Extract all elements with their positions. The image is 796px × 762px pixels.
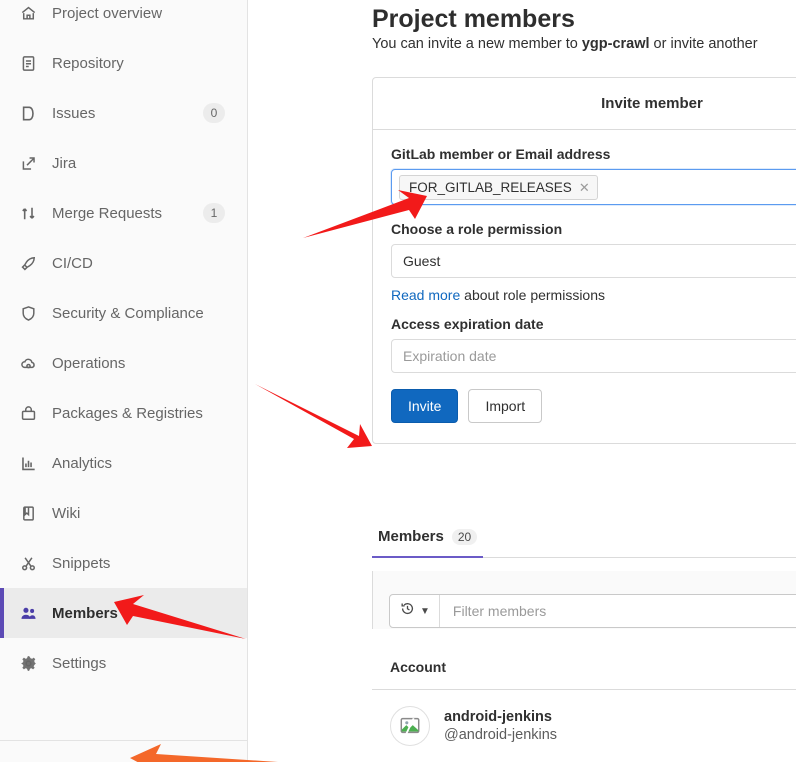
issues-count-badge: 0: [203, 103, 225, 123]
sidebar-item-label: Repository: [52, 54, 124, 72]
member-identity: android-jenkins @android-jenkins: [444, 708, 557, 744]
file-icon: [18, 53, 38, 73]
sidebar-item-packages-registries[interactable]: Packages & Registries: [0, 388, 247, 438]
merge-request-icon: [18, 203, 38, 223]
sidebar-item-security-compliance[interactable]: Security & Compliance: [0, 288, 247, 338]
avatar: [390, 706, 430, 746]
project-sidebar: Project overview Repository Issues 0 Jir…: [0, 0, 248, 762]
filter-bar[interactable]: ▼ Filter members: [389, 594, 796, 628]
tab-members-count: 20: [451, 528, 478, 545]
token-remove-icon[interactable]: ✕: [579, 181, 590, 194]
sidebar-item-label: Project overview: [52, 4, 163, 22]
sidebar-item-label: Members: [52, 604, 118, 622]
sidebar-nav-list: Project overview Repository Issues 0 Jir…: [0, 0, 247, 688]
page-subtitle: You can invite a new member to ygp-crawl…: [372, 36, 758, 52]
sidebar-item-ci-cd[interactable]: CI/CD: [0, 238, 247, 288]
sidebar-item-label: Settings: [52, 654, 107, 672]
filter-history-dropdown[interactable]: ▼: [390, 595, 440, 627]
invite-card-header: Invite member: [373, 78, 796, 130]
member-token-input[interactable]: FOR_GITLAB_RELEASES ✕: [391, 169, 796, 205]
gitlab-project-members-page: Project overview Repository Issues 0 Jir…: [0, 0, 796, 762]
sidebar-item-wiki[interactable]: Wiki: [0, 488, 247, 538]
read-more-link[interactable]: Read more: [391, 287, 460, 303]
member-field-label: GitLab member or Email address: [391, 146, 611, 162]
table-row[interactable]: android-jenkins @android-jenkins ›: [372, 690, 796, 762]
sidebar-item-label: Issues: [52, 104, 96, 122]
sidebar-item-project-overview[interactable]: Project overview: [0, 0, 247, 38]
sidebar-item-label: Wiki: [52, 504, 81, 522]
scissors-icon: [18, 553, 38, 573]
column-header-account: Account: [390, 659, 446, 675]
filter-toolbar: ▼ Filter members: [372, 571, 796, 629]
sidebar-item-merge-requests[interactable]: Merge Requests 1: [0, 188, 247, 238]
member-token: FOR_GITLAB_RELEASES ✕: [399, 174, 598, 200]
sidebar-item-analytics[interactable]: Analytics: [0, 438, 247, 488]
rocket-icon: [18, 253, 38, 273]
broken-image-icon: [400, 717, 420, 735]
expiration-placeholder: Expiration date: [403, 348, 497, 364]
sidebar-item-snippets[interactable]: Snippets: [0, 538, 247, 588]
tab-members-label: Members: [378, 528, 444, 545]
sidebar-item-label: Jira: [52, 154, 77, 172]
role-field-label: Choose a role permission: [391, 221, 563, 237]
role-help-line: Read more about role permissions: [391, 287, 796, 303]
chevron-down-icon: ▼: [420, 605, 430, 617]
import-button[interactable]: Import: [468, 389, 543, 423]
shield-icon: [18, 303, 38, 323]
subtitle-prefix: You can invite a new member to: [372, 36, 582, 52]
member-name: android-jenkins: [444, 708, 552, 725]
sidebar-item-repository[interactable]: Repository: [0, 38, 247, 88]
sidebar-item-label: Analytics: [52, 454, 113, 472]
sidebar-item-label: Snippets: [52, 554, 111, 572]
invite-card-actions: Invite Import: [391, 389, 796, 423]
sidebar-item-label: Packages & Registries: [52, 404, 203, 422]
member-handle: @android-jenkins: [444, 727, 558, 743]
gear-icon: [18, 653, 38, 673]
subtitle-project-name: ygp-crawl: [581, 36, 650, 52]
member-token-label: FOR_GITLAB_RELEASES: [409, 179, 572, 195]
sidebar-item-settings[interactable]: Settings: [0, 638, 247, 688]
sidebar-item-label: CI/CD: [52, 254, 93, 272]
members-table-header: Account S: [372, 645, 796, 690]
sidebar-item-issues[interactable]: Issues 0: [0, 88, 247, 138]
book-icon: [18, 503, 38, 523]
role-select-value: Guest: [403, 253, 441, 269]
invite-member-card: Invite member GitLab member or Email add…: [372, 77, 796, 444]
cloud-gear-icon: [18, 353, 38, 373]
invite-card-body: GitLab member or Email address FOR_GITLA…: [373, 130, 796, 443]
main-content: Project members You can invite a new mem…: [248, 0, 796, 762]
package-icon: [18, 403, 38, 423]
expiration-field-label: Access expiration date: [391, 316, 544, 332]
issue-icon: [18, 103, 38, 123]
merge-requests-count-badge: 1: [203, 203, 225, 223]
sidebar-item-operations[interactable]: Operations: [0, 338, 247, 388]
external-link-icon: [18, 153, 38, 173]
filter-members-input[interactable]: Filter members: [440, 603, 796, 619]
members-tabs: Members 20: [372, 528, 796, 558]
sidebar-item-label: Merge Requests: [52, 204, 163, 222]
chart-icon: [18, 453, 38, 473]
sidebar-item-jira[interactable]: Jira: [0, 138, 247, 188]
role-select[interactable]: Guest: [391, 244, 796, 278]
expiration-date-input[interactable]: Expiration date: [391, 339, 796, 373]
sidebar-item-label: Operations: [52, 354, 126, 372]
page-title: Project members: [372, 4, 575, 33]
sidebar-footer-area: [0, 741, 247, 762]
invite-button[interactable]: Invite: [391, 389, 459, 423]
role-help-text: about role permissions: [460, 287, 606, 303]
home-icon: [18, 3, 38, 23]
subtitle-suffix: or invite another: [649, 36, 758, 52]
tab-members[interactable]: Members 20: [372, 528, 484, 558]
sidebar-item-label: Security & Compliance: [52, 304, 204, 322]
history-icon: [400, 601, 415, 621]
sidebar-item-members[interactable]: Members: [0, 588, 247, 638]
users-icon: [18, 603, 38, 623]
